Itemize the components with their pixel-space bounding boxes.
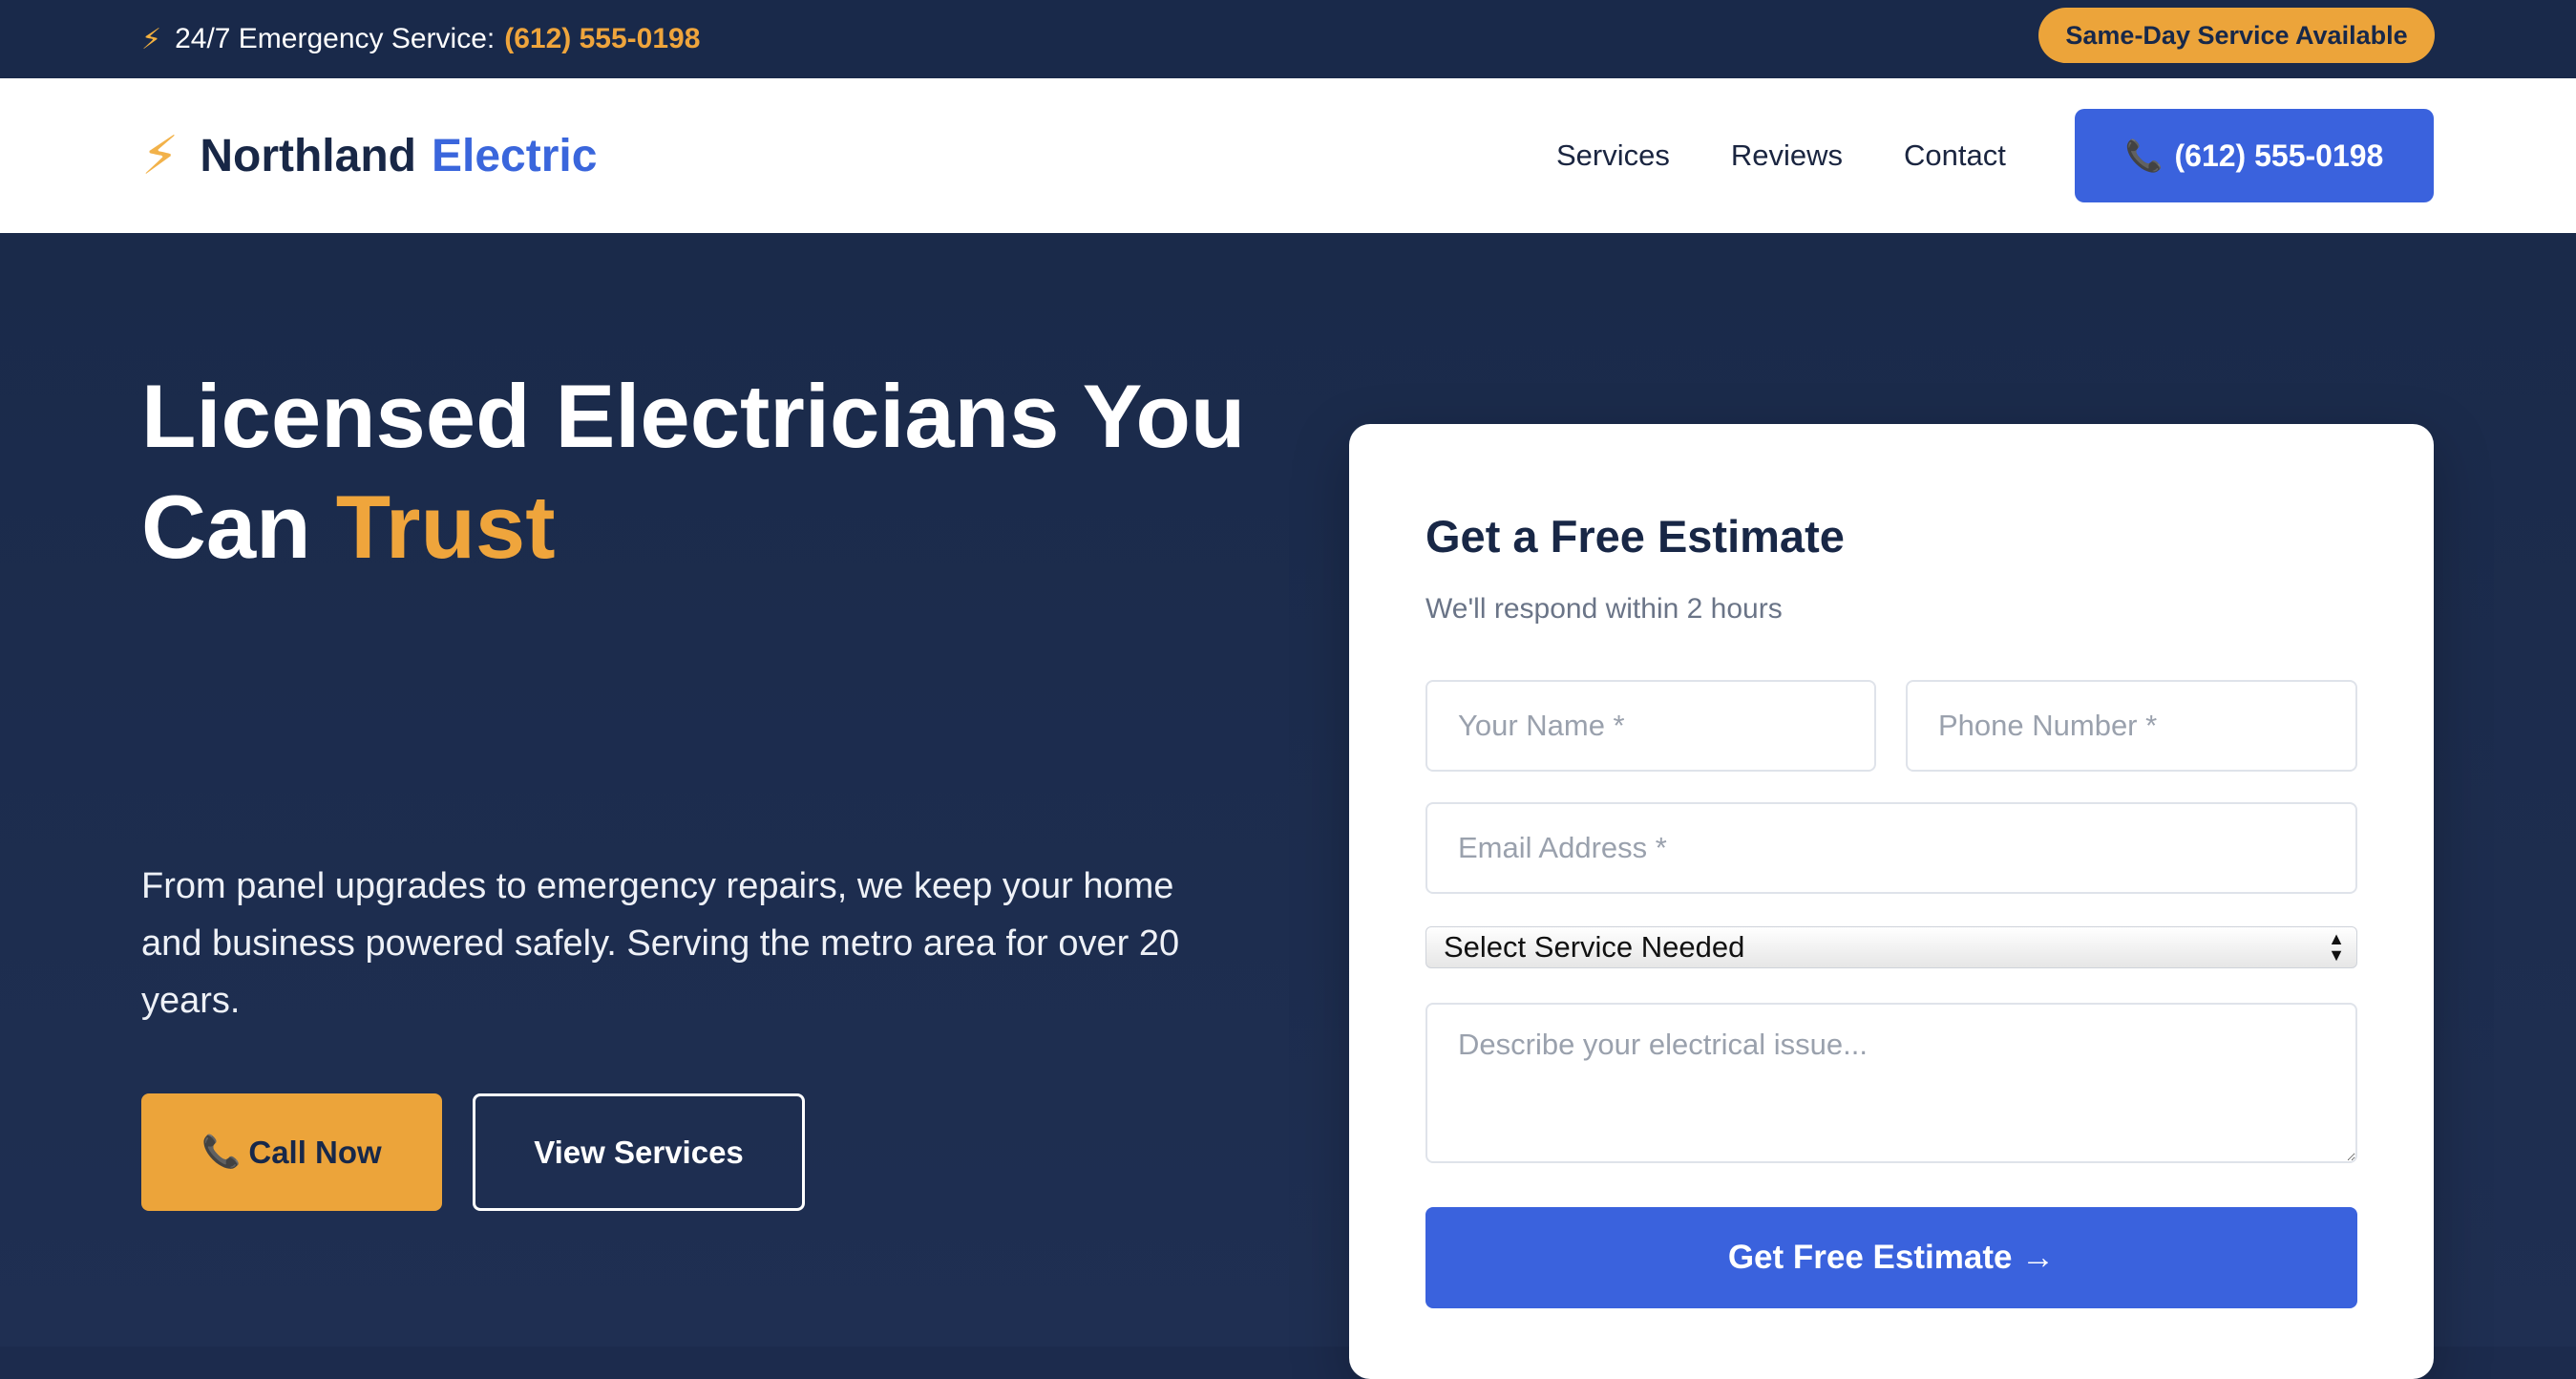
nav-link-reviews[interactable]: Reviews	[1731, 138, 1843, 173]
hero-title-main: Licensed Electricians You Can	[141, 366, 1246, 577]
form-subtitle: We'll respond within 2 hours	[1425, 593, 1783, 625]
email-input[interactable]	[1425, 802, 2357, 894]
view-services-button[interactable]: View Services	[473, 1093, 805, 1211]
nav-links: Services Reviews Contact	[1556, 78, 2006, 233]
service-select[interactable]: Select Service Needed ▲ ▼	[1425, 926, 2357, 968]
hero-title: Licensed Electricians You Can Trust	[141, 361, 1287, 583]
call-now-label: Call Now	[248, 1134, 382, 1170]
brand-name-part2: Electric	[431, 130, 598, 181]
select-arrows-icon: ▲ ▼	[2328, 929, 2345, 965]
emergency-label: 24/7 Emergency Service:	[175, 23, 496, 54]
name-input[interactable]	[1425, 680, 1876, 772]
logo[interactable]: ⚡ Northland Electric	[141, 78, 597, 233]
emergency-service-info: ⚡ 24/7 Emergency Service: (612) 555-0198	[141, 17, 700, 61]
nav-phone-label: (612) 555-0198	[2174, 138, 2384, 173]
brand-name-part1: Northland	[200, 130, 416, 181]
service-select-value: Select Service Needed	[1444, 930, 1745, 964]
form-title: Get a Free Estimate	[1425, 511, 1845, 562]
phone-icon: 📞	[2124, 138, 2164, 173]
nav-link-contact[interactable]: Contact	[1904, 138, 2006, 173]
nav-phone-button[interactable]: 📞 (612) 555-0198	[2075, 109, 2434, 202]
main-navigation: ⚡ Northland Electric Services Reviews Co…	[0, 78, 2576, 233]
nav-link-services[interactable]: Services	[1556, 138, 1670, 173]
hero-subtitle: From panel upgrades to emergency repairs…	[141, 866, 1180, 1021]
emergency-phone-link[interactable]: (612) 555-0198	[504, 23, 700, 55]
same-day-badge: Same-Day Service Available	[2038, 8, 2435, 63]
lightning-logo-icon: ⚡	[141, 125, 179, 185]
call-now-button[interactable]: 📞 Call Now	[141, 1093, 442, 1211]
hero-title-accent: Trust	[335, 477, 556, 577]
lightning-icon: ⚡	[141, 23, 162, 55]
phone-icon: 📞	[201, 1134, 242, 1169]
estimate-form-card: Get a Free Estimate We'll respond within…	[1349, 424, 2434, 1379]
top-bar: ⚡ 24/7 Emergency Service: (612) 555-0198…	[0, 0, 2576, 78]
description-textarea[interactable]	[1425, 1003, 2357, 1163]
phone-input[interactable]	[1906, 680, 2357, 772]
get-free-estimate-button[interactable]: Get Free Estimate →	[1425, 1207, 2357, 1308]
